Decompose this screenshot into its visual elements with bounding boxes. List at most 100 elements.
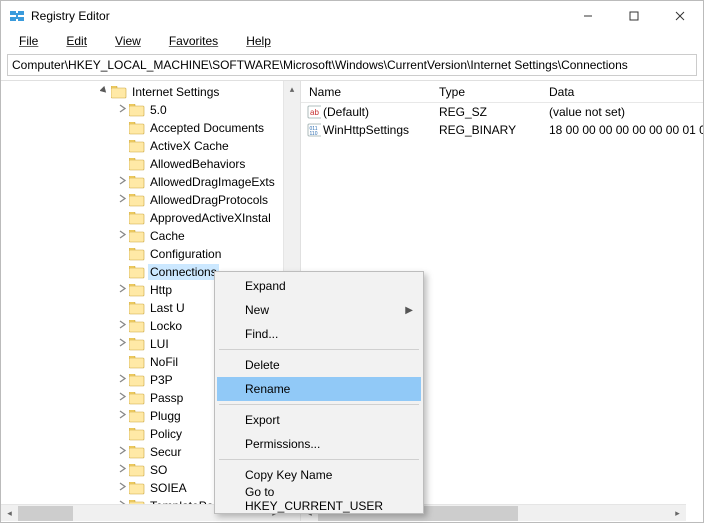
context-menu: Expand New ▶ Find... Delete Rename Export… — [214, 271, 424, 514]
folder-icon — [129, 121, 145, 135]
ctx-goto-hkcu[interactable]: Go to HKEY_CURRENT_USER — [217, 487, 421, 511]
ctx-label: Export — [245, 413, 280, 427]
expand-icon[interactable] — [115, 446, 129, 458]
value-name: (Default) — [321, 105, 431, 119]
menu-bar: File Edit View Favorites Help — [1, 31, 703, 51]
folder-icon — [129, 463, 145, 477]
window-buttons — [565, 1, 703, 31]
ctx-separator — [219, 349, 419, 350]
tree-node[interactable]: ActiveX Cache — [1, 137, 300, 155]
value-type: REG_SZ — [431, 105, 541, 119]
tree-node-label: 5.0 — [148, 102, 169, 118]
col-data[interactable]: Data — [541, 85, 703, 99]
list-header: Name Type Data — [301, 81, 703, 103]
folder-icon — [129, 319, 145, 333]
ctx-rename[interactable]: Rename — [217, 377, 421, 401]
folder-icon — [129, 157, 145, 171]
ctx-delete[interactable]: Delete — [217, 353, 421, 377]
folder-icon — [129, 391, 145, 405]
ctx-label: New — [245, 303, 269, 317]
expand-icon[interactable] — [115, 392, 129, 404]
folder-icon — [129, 301, 145, 315]
tree-node-label: SO — [148, 462, 169, 478]
address-bar[interactable]: Computer\HKEY_LOCAL_MACHINE\SOFTWARE\Mic… — [7, 54, 697, 76]
folder-icon — [129, 139, 145, 153]
tree-node-label: Connections — [148, 264, 219, 280]
scroll-thumb[interactable] — [18, 506, 73, 521]
ctx-separator — [219, 404, 419, 405]
ctx-copy-key-name[interactable]: Copy Key Name — [217, 463, 421, 487]
expand-icon[interactable] — [115, 230, 129, 242]
ctx-new[interactable]: New ▶ — [217, 298, 421, 322]
expand-icon[interactable] — [115, 194, 129, 206]
ctx-separator — [219, 459, 419, 460]
value-name: WinHttpSettings — [321, 123, 431, 137]
submenu-arrow-icon: ▶ — [405, 305, 413, 316]
close-button[interactable] — [657, 1, 703, 31]
folder-icon — [129, 175, 145, 189]
tree-node-label: Secur — [148, 444, 183, 460]
folder-icon — [129, 283, 145, 297]
ctx-label: Go to HKEY_CURRENT_USER — [245, 485, 397, 513]
tree-node-label: Last U — [148, 300, 187, 316]
tree-node[interactable]: Cache — [1, 227, 300, 245]
expand-icon[interactable] — [115, 464, 129, 476]
menu-view[interactable]: View — [103, 33, 153, 49]
menu-edit[interactable]: Edit — [54, 33, 99, 49]
tree-node-label: ActiveX Cache — [148, 138, 231, 154]
menu-file[interactable]: File — [7, 33, 50, 49]
expand-icon[interactable] — [115, 482, 129, 494]
expand-icon[interactable] — [115, 104, 129, 116]
tree-node-label: Accepted Documents — [148, 120, 266, 136]
tree-node-label: AllowedDragProtocols — [148, 192, 270, 208]
minimize-button[interactable] — [565, 1, 611, 31]
tree-node-label: P3P — [148, 372, 175, 388]
scroll-right-icon[interactable]: ▸ — [669, 505, 686, 522]
tree-node[interactable]: 5.0 — [1, 101, 300, 119]
tree-node-label: LUI — [148, 336, 171, 352]
tree-node-label: Cache — [148, 228, 187, 244]
tree-node[interactable]: ApprovedActiveXInstal — [1, 209, 300, 227]
value-data: 18 00 00 00 00 00 00 00 01 00 0 — [541, 123, 703, 137]
tree-node[interactable]: Accepted Documents — [1, 119, 300, 137]
tree-root[interactable]: Internet Settings — [1, 83, 300, 101]
expand-icon[interactable] — [115, 320, 129, 332]
expand-icon[interactable] — [97, 86, 111, 98]
ctx-permissions[interactable]: Permissions... — [217, 432, 421, 456]
menu-help[interactable]: Help — [234, 33, 283, 49]
tree-node[interactable]: AllowedDragProtocols — [1, 191, 300, 209]
folder-icon — [129, 265, 145, 279]
maximize-button[interactable] — [611, 1, 657, 31]
col-name[interactable]: Name — [301, 85, 431, 99]
value-icon: 011110 — [301, 122, 321, 138]
list-row[interactable]: ab(Default)REG_SZ(value not set) — [301, 103, 703, 121]
tree-node[interactable]: AllowedBehaviors — [1, 155, 300, 173]
expand-icon[interactable] — [115, 374, 129, 386]
tree-node-label: NoFil — [148, 354, 180, 370]
ctx-export[interactable]: Export — [217, 408, 421, 432]
menu-favorites[interactable]: Favorites — [157, 33, 230, 49]
ctx-expand[interactable]: Expand — [217, 274, 421, 298]
folder-icon — [129, 211, 145, 225]
svg-text:ab: ab — [310, 108, 319, 117]
tree-node-label: Internet Settings — [130, 84, 221, 100]
expand-icon[interactable] — [115, 410, 129, 422]
folder-icon — [129, 409, 145, 423]
window-title: Registry Editor — [31, 9, 110, 23]
ctx-find[interactable]: Find... — [217, 322, 421, 346]
value-data: (value not set) — [541, 105, 703, 119]
list-row[interactable]: 011110WinHttpSettingsREG_BINARY18 00 00 … — [301, 121, 703, 139]
expand-icon[interactable] — [115, 284, 129, 296]
folder-icon — [111, 85, 127, 99]
tree-node[interactable]: AllowedDragImageExts — [1, 173, 300, 191]
tree-node-label: Http — [148, 282, 174, 298]
expand-icon[interactable] — [115, 338, 129, 350]
expand-icon[interactable] — [115, 176, 129, 188]
ctx-label: Permissions... — [245, 437, 320, 451]
app-icon — [9, 8, 25, 24]
col-type[interactable]: Type — [431, 85, 541, 99]
folder-icon — [129, 373, 145, 387]
tree-node[interactable]: Configuration — [1, 245, 300, 263]
scroll-up-icon[interactable]: ▴ — [284, 81, 301, 98]
scroll-left-icon[interactable]: ◂ — [1, 505, 18, 522]
